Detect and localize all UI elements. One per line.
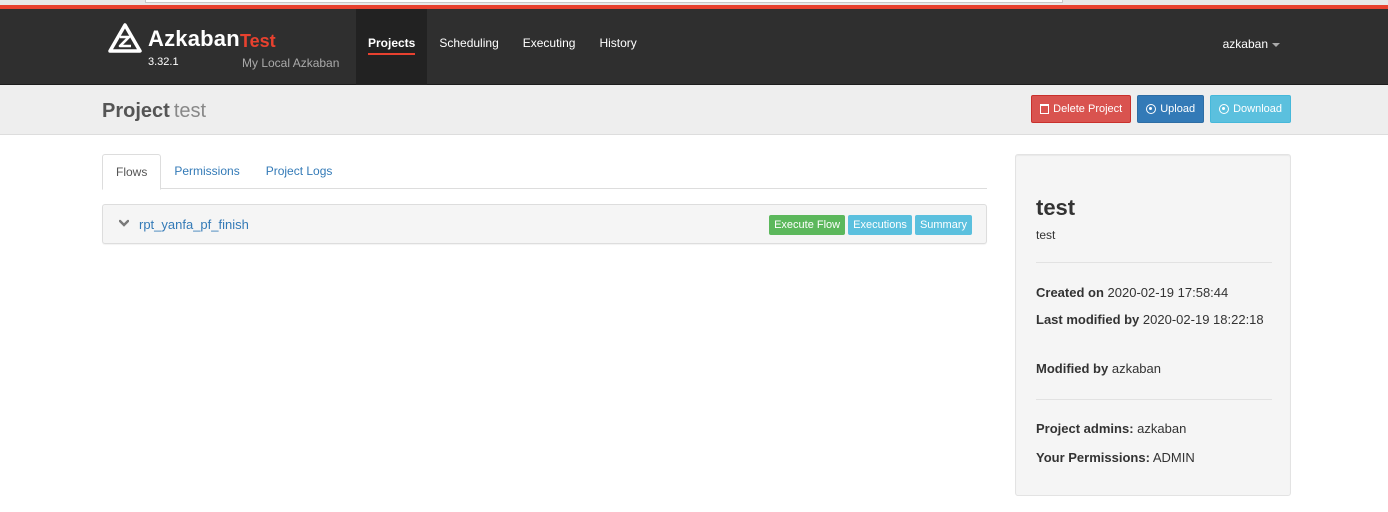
tab-permissions[interactable]: Permissions	[161, 154, 252, 189]
your-permissions-value: ADMIN	[1152, 450, 1195, 465]
project-admins: Project admins: azkaban	[1036, 420, 1272, 438]
page-title-main: Project	[102, 100, 170, 122]
project-description: test	[1036, 228, 1056, 242]
download-icon	[1219, 104, 1230, 114]
tab-permissions-label: Permissions	[174, 164, 240, 178]
your-permissions-label: Your Permissions:	[1036, 450, 1150, 465]
tab-flows-label: Flows	[116, 165, 148, 179]
summary-button[interactable]: Summary	[914, 215, 972, 235]
nav-scheduling-label: Scheduling	[439, 36, 499, 50]
tab-flows[interactable]: Flows	[102, 154, 162, 190]
nav-scheduling[interactable]: Scheduling	[427, 9, 510, 85]
user-name: azkaban	[1222, 37, 1268, 51]
main-nav: Projects Scheduling Executing History	[356, 9, 649, 85]
brand-env: Test	[240, 31, 276, 51]
header-buttons: Delete Project Upload Download	[1031, 95, 1291, 123]
tab-project-logs[interactable]: Project Logs	[253, 154, 346, 189]
last-modified-value: 2020-02-19 18:22:18	[1142, 312, 1264, 327]
page-title: Project test	[102, 100, 206, 123]
chevron-down-icon[interactable]	[119, 218, 129, 228]
nav-projects[interactable]: Projects	[356, 9, 428, 85]
project-name: test	[1036, 195, 1076, 220]
modified-by: Modified by azkaban	[1036, 360, 1272, 378]
modified-by-value: azkaban	[1111, 361, 1161, 376]
nav-history-label: History	[599, 36, 637, 50]
download-label: Download	[1233, 103, 1282, 115]
brand-description: My Local Azkaban	[242, 56, 340, 70]
navbar: Azkaban Test 3.32.1 My Local Azkaban Pro…	[0, 9, 1388, 85]
last-modified-label: Last modified by	[1036, 312, 1140, 327]
address-bar-edge	[145, 0, 1063, 3]
divider	[1036, 399, 1272, 400]
project-admins-value: azkaban	[1137, 421, 1187, 436]
page-header: Project test Delete Project Upload Downlo…	[0, 85, 1388, 135]
your-permissions: Your Permissions: ADMIN	[1036, 449, 1272, 467]
trash-icon	[1040, 104, 1050, 114]
divider	[1036, 262, 1272, 263]
user-menu[interactable]: azkaban	[1223, 37, 1280, 51]
delete-project-label: Delete Project	[1053, 103, 1123, 115]
nav-history[interactable]: History	[587, 9, 648, 85]
page-title-sub: test	[173, 100, 207, 122]
tab-project-logs-label: Project Logs	[265, 164, 333, 178]
delete-project-button[interactable]: Delete Project	[1031, 95, 1132, 123]
brand-version: 3.32.1	[148, 56, 179, 68]
nav-projects-label: Projects	[368, 37, 416, 55]
project-tabs: Flows Permissions Project Logs	[102, 154, 987, 190]
caret-down-icon	[1272, 42, 1280, 47]
project-admins-label: Project admins:	[1036, 421, 1134, 436]
modified-by-label: Modified by	[1036, 361, 1109, 376]
created-on-label: Created on	[1036, 285, 1104, 300]
upload-icon	[1146, 104, 1157, 114]
flow-buttons: Execute Flow Executions Summary	[769, 215, 972, 235]
azkaban-logo-icon	[108, 23, 142, 53]
upload-button[interactable]: Upload	[1137, 95, 1205, 123]
project-info-panel: test test Created on 2020-02-19 17:58:44…	[1015, 154, 1291, 496]
flow-name-link[interactable]: rpt_yanfa_pf_finish	[139, 217, 249, 232]
last-modified: Last modified by 2020-02-19 18:22:18	[1036, 311, 1272, 329]
brand[interactable]: Azkaban Test 3.32.1 My Local Azkaban	[108, 23, 348, 73]
executions-button[interactable]: Executions	[848, 215, 912, 235]
execute-flow-button[interactable]: Execute Flow	[769, 215, 846, 235]
nav-executing[interactable]: Executing	[511, 9, 588, 85]
created-on-value: 2020-02-19 17:58:44	[1107, 285, 1229, 300]
nav-executing-label: Executing	[522, 36, 576, 50]
upload-label: Upload	[1160, 103, 1196, 115]
brand-name: Azkaban	[148, 26, 240, 51]
flow-row: rpt_yanfa_pf_finish Execute Flow Executi…	[102, 204, 987, 244]
created-on: Created on 2020-02-19 17:58:44	[1036, 284, 1272, 302]
download-button[interactable]: Download	[1210, 95, 1291, 123]
